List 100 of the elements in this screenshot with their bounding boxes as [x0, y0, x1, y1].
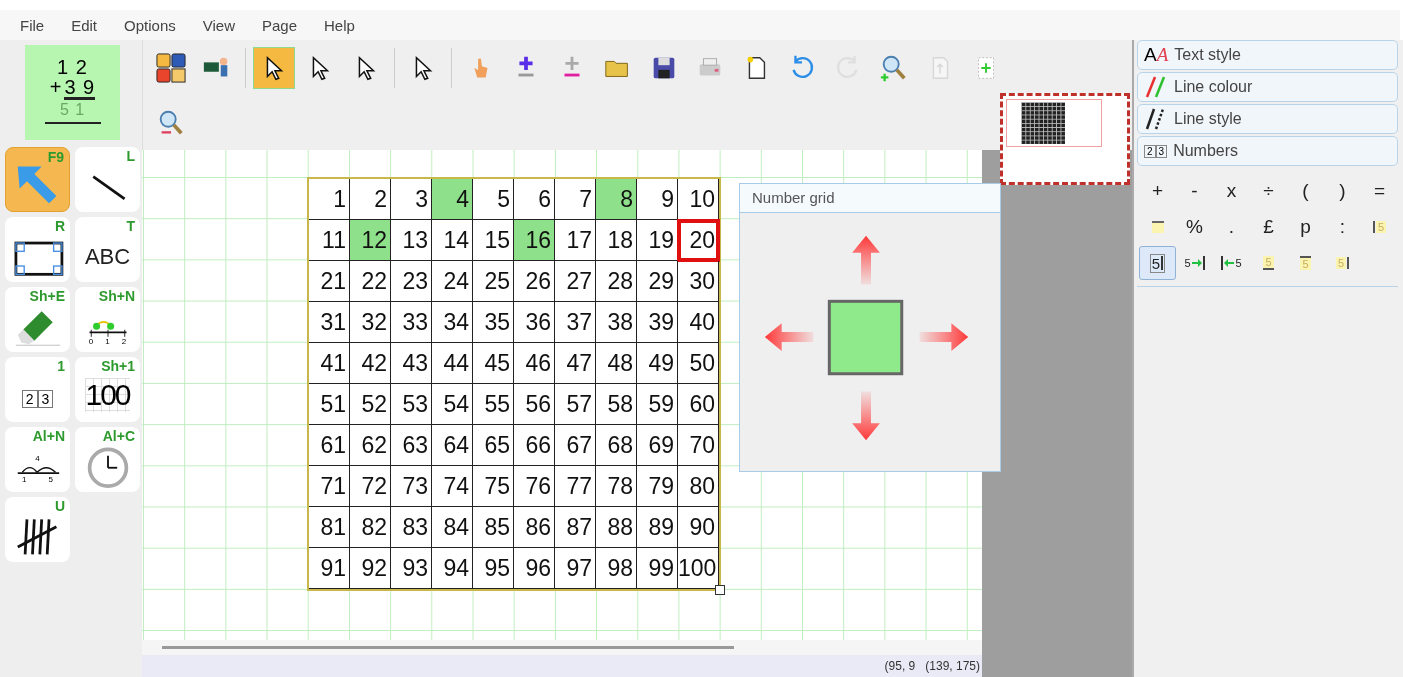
symbol-key[interactable]: % [1176, 210, 1213, 244]
number-cell[interactable]: 88 [596, 507, 637, 548]
number-cell[interactable]: 45 [473, 343, 514, 384]
tool-button[interactable]: T ABC [75, 217, 140, 282]
number-cell[interactable]: 10 [678, 179, 719, 220]
number-cell[interactable]: 38 [596, 302, 637, 343]
number-cell[interactable]: 4 [432, 179, 473, 220]
tool-button[interactable]: Al+N 4 1 5 [5, 427, 70, 492]
tool-button[interactable]: Sh+1 100 [75, 357, 140, 422]
number-cell[interactable]: 9 [637, 179, 678, 220]
number-cell[interactable]: 76 [514, 466, 555, 507]
number-cell[interactable]: 85 [473, 507, 514, 548]
number-cell[interactable]: 62 [350, 425, 391, 466]
menu-item[interactable]: Edit [71, 16, 98, 34]
number-cell[interactable]: 27 [555, 261, 596, 302]
page-thumbnail[interactable] [1000, 93, 1130, 185]
symbol-key[interactable]: p [1287, 210, 1324, 244]
number-cell[interactable]: 21 [309, 261, 350, 302]
number-cell[interactable]: 53 [391, 384, 432, 425]
symbol-key[interactable]: : [1324, 210, 1361, 244]
number-cell[interactable]: 8 [596, 179, 637, 220]
number-cell[interactable]: 24 [432, 261, 473, 302]
tool-button[interactable]: Sh+E [5, 287, 70, 352]
number-cell[interactable]: 61 [309, 425, 350, 466]
tool-button[interactable]: Al+C [75, 427, 140, 492]
symbol-key[interactable]: ) [1324, 174, 1361, 208]
number-cell[interactable]: 86 [514, 507, 555, 548]
number-cell[interactable]: 89 [637, 507, 678, 548]
number-cell[interactable]: 55 [473, 384, 514, 425]
number-cell[interactable]: 64 [432, 425, 473, 466]
panel-section-header[interactable]: AA Text style [1137, 40, 1398, 70]
number-cell[interactable]: 35 [473, 302, 514, 343]
symbol-key[interactable]: - [1176, 174, 1213, 208]
sum-card[interactable]: 1 2 +3 9 5 1 [25, 45, 120, 140]
number-cell[interactable]: 13 [391, 220, 432, 261]
number-cell[interactable]: 54 [432, 384, 473, 425]
number-cell[interactable]: 72 [350, 466, 391, 507]
number-cell[interactable]: 94 [432, 548, 473, 589]
number-cell[interactable]: 63 [391, 425, 432, 466]
number-cell[interactable]: 42 [350, 343, 391, 384]
number-cell[interactable]: 73 [391, 466, 432, 507]
number-cell[interactable]: 78 [596, 466, 637, 507]
number-cell[interactable]: 50 [678, 343, 719, 384]
select-button[interactable] [254, 47, 294, 88]
number-cell[interactable]: 93 [391, 548, 432, 589]
number-cell[interactable]: 87 [555, 507, 596, 548]
number-cell[interactable]: 58 [596, 384, 637, 425]
number-cell[interactable]: 83 [391, 507, 432, 548]
number-cell[interactable]: 29 [637, 261, 678, 302]
number-cell[interactable]: 79 [637, 466, 678, 507]
format-key[interactable]: 5 [1139, 246, 1176, 280]
panel-section-header[interactable]: Line colour [1137, 72, 1398, 102]
symbol-key[interactable]: x [1213, 174, 1250, 208]
number-cell[interactable]: 69 [637, 425, 678, 466]
number-cell[interactable]: 12 [350, 220, 391, 261]
number-cell[interactable]: 70 [678, 425, 719, 466]
tool-button[interactable]: R [5, 217, 70, 282]
symbol-key[interactable]: + [1139, 174, 1176, 208]
number-cell[interactable]: 20 [678, 220, 719, 261]
panel-section-header[interactable]: Line style [1137, 104, 1398, 134]
number-cell[interactable]: 67 [555, 425, 596, 466]
number-cell[interactable]: 60 [678, 384, 719, 425]
format-key[interactable]: 5 [1213, 246, 1250, 280]
tool-button[interactable]: U [5, 497, 70, 562]
number-cell[interactable]: 48 [596, 343, 637, 384]
number-cell[interactable]: 32 [350, 302, 391, 343]
number-cell[interactable]: 30 [678, 261, 719, 302]
number-cell[interactable]: 49 [637, 343, 678, 384]
number-cell[interactable]: 40 [678, 302, 719, 343]
number-cell[interactable]: 5 [473, 179, 514, 220]
number-cell[interactable]: 75 [473, 466, 514, 507]
number-cell[interactable]: 95 [473, 548, 514, 589]
number-cell[interactable]: 39 [637, 302, 678, 343]
number-cell[interactable]: 98 [596, 548, 637, 589]
symbol-key[interactable]: ÷ [1250, 174, 1287, 208]
number-cell[interactable]: 52 [350, 384, 391, 425]
number-cell[interactable]: 44 [432, 343, 473, 384]
number-cell[interactable]: 14 [432, 220, 473, 261]
number-cell[interactable]: 1 [309, 179, 350, 220]
number-cell[interactable]: 47 [555, 343, 596, 384]
number-cell[interactable]: 46 [514, 343, 555, 384]
format-key[interactable]: 5 [1176, 246, 1213, 280]
number-cell[interactable]: 26 [514, 261, 555, 302]
number-cell[interactable]: 65 [473, 425, 514, 466]
number-cell[interactable]: 43 [391, 343, 432, 384]
menu-item[interactable]: Help [324, 16, 355, 34]
number-cell[interactable]: 23 [391, 261, 432, 302]
number-cell[interactable]: 34 [432, 302, 473, 343]
panel-section-header[interactable]: 2 3 Numbers [1137, 136, 1398, 166]
symbol-key[interactable]: . [1213, 210, 1250, 244]
number-cell[interactable]: 41 [309, 343, 350, 384]
symbol-key[interactable]: ( [1287, 174, 1324, 208]
tool-button[interactable]: L [75, 147, 140, 212]
number-cell[interactable]: 68 [596, 425, 637, 466]
number-cell[interactable]: 80 [678, 466, 719, 507]
number-cell[interactable]: 18 [596, 220, 637, 261]
number-cell[interactable]: 74 [432, 466, 473, 507]
number-cell[interactable]: 25 [473, 261, 514, 302]
symbol-key[interactable]: = [1361, 174, 1398, 208]
number-cell[interactable]: 33 [391, 302, 432, 343]
